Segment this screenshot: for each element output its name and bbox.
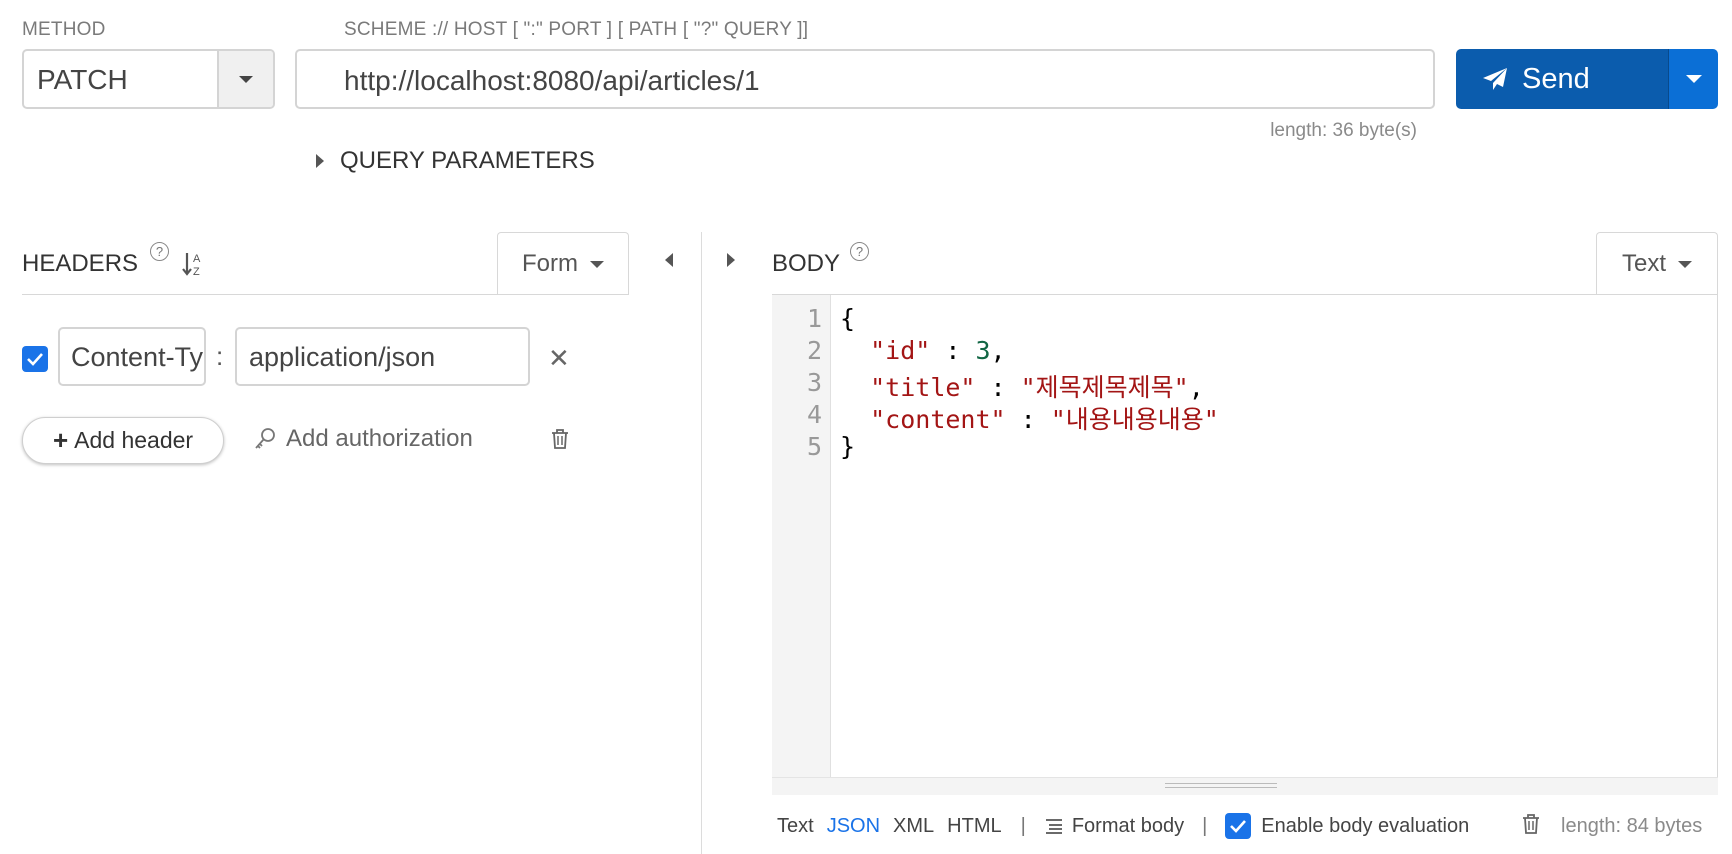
expand-arrow-icon	[316, 154, 324, 168]
json-separator: :	[975, 373, 1021, 402]
json-comma: ,	[1188, 373, 1204, 402]
header-name-input[interactable]: Content-Type	[58, 327, 206, 386]
footer-separator: |	[1202, 814, 1208, 837]
key-icon	[255, 428, 275, 449]
format-body-button[interactable]: Format body	[1044, 815, 1184, 838]
json-separator: :	[930, 336, 976, 365]
method-label: METHOD	[22, 19, 106, 40]
trash-icon[interactable]	[550, 428, 570, 455]
url-input[interactable]: http://localhost:8080/api/articles/1	[295, 49, 1435, 109]
chevron-down-icon	[1678, 260, 1692, 268]
help-icon[interactable]: ?	[850, 242, 870, 261]
code-line: }	[840, 432, 855, 461]
headers-section-title: HEADERS ? A Z	[22, 242, 205, 278]
query-parameters-toggle[interactable]: QUERY PARAMETERS	[316, 147, 595, 175]
body-footer: Text JSON XML HTML | Format body | Enabl…	[777, 813, 1469, 839]
headers-mode-select[interactable]: Form	[497, 232, 629, 295]
body-title: BODY	[772, 250, 841, 277]
format-text[interactable]: Text	[777, 815, 814, 838]
brace-open: {	[840, 304, 856, 333]
method-value: PATCH	[37, 64, 128, 95]
send-label: Send	[1522, 62, 1590, 95]
add-authorization-label: Add authorization	[286, 425, 473, 452]
json-string: "내용내용내용"	[1050, 405, 1219, 434]
method-dropdown-button[interactable]	[217, 51, 273, 107]
add-header-label: Add header	[74, 427, 194, 453]
svg-text:A: A	[193, 253, 201, 265]
sort-alpha-icon[interactable]: A Z	[181, 250, 205, 278]
query-parameters-label: QUERY PARAMETERS	[340, 147, 595, 174]
chevron-down-icon	[239, 75, 253, 83]
enable-evaluation-label: Enable body evaluation	[1261, 814, 1470, 837]
header-colon: :	[216, 341, 224, 371]
align-left-icon	[1045, 819, 1062, 834]
body-section-title: BODY ?	[772, 242, 870, 278]
line-number: 2	[806, 336, 822, 365]
send-button[interactable]: Send	[1456, 49, 1668, 109]
divider	[22, 294, 629, 295]
add-authorization-button[interactable]: Add authorization	[254, 425, 473, 453]
code-line: {	[840, 304, 855, 333]
send-options-button[interactable]	[1668, 49, 1718, 109]
method-select[interactable]: PATCH	[22, 49, 275, 109]
brace-close: }	[840, 432, 856, 461]
json-number: 3	[975, 336, 991, 365]
code-line: "content" : "내용내용내용"	[840, 400, 1219, 436]
panel-splitter[interactable]	[701, 232, 702, 854]
format-body-label: Format body	[1071, 814, 1185, 837]
plus-icon: +	[52, 425, 69, 455]
enable-body-evaluation[interactable]: Enable body evaluation	[1225, 813, 1469, 839]
collapse-left-icon[interactable]	[665, 253, 673, 267]
headers-mode-label: Form	[522, 250, 578, 277]
collapse-right-icon[interactable]	[727, 253, 735, 267]
format-xml[interactable]: XML	[893, 815, 934, 838]
remove-header-icon[interactable]: ✕	[548, 343, 570, 374]
json-comma: ,	[990, 336, 1006, 365]
header-value-input[interactable]: application/json	[235, 327, 530, 386]
json-key: "title"	[870, 373, 976, 402]
paper-plane-icon	[1483, 68, 1507, 90]
headers-title: HEADERS	[22, 250, 139, 277]
format-json[interactable]: JSON	[827, 815, 880, 838]
chevron-down-icon	[590, 260, 604, 268]
footer-separator: |	[1020, 814, 1026, 837]
line-number: 3	[806, 368, 822, 397]
url-length: length: 36 byte(s)	[1270, 120, 1417, 141]
json-separator: :	[1005, 405, 1051, 434]
header-enabled-checkbox[interactable]	[22, 346, 48, 372]
svg-text:Z: Z	[193, 266, 200, 278]
trash-icon[interactable]	[1521, 813, 1541, 840]
json-key: "content"	[870, 405, 1006, 434]
body-mode-label: Text	[1621, 250, 1666, 277]
resize-grip-icon[interactable]	[1165, 783, 1277, 788]
checkmark-icon	[27, 353, 43, 366]
chevron-down-icon	[1685, 75, 1702, 83]
help-icon[interactable]: ?	[150, 242, 170, 261]
line-number: 5	[806, 432, 822, 461]
format-html[interactable]: HTML	[947, 815, 1001, 838]
url-format-hint: SCHEME :// HOST [ ":" PORT ] [ PATH [ "?…	[344, 19, 809, 40]
enable-evaluation-checkbox[interactable]	[1225, 813, 1252, 839]
checkmark-icon	[1230, 820, 1247, 833]
line-number-gutter: 1 2 3 4 5	[772, 295, 831, 777]
code-line: "id" : 3,	[840, 336, 1006, 365]
body-length: length: 84 bytes	[1561, 815, 1703, 837]
add-header-button[interactable]: + Add header	[22, 417, 224, 464]
json-key: "id"	[870, 336, 931, 365]
json-string: "제목제목제목"	[1020, 373, 1189, 402]
line-number: 1	[806, 304, 822, 333]
body-mode-select[interactable]: Text	[1596, 232, 1718, 295]
line-number: 4	[806, 400, 822, 429]
code-line: "title" : "제목제목제목",	[840, 368, 1204, 404]
